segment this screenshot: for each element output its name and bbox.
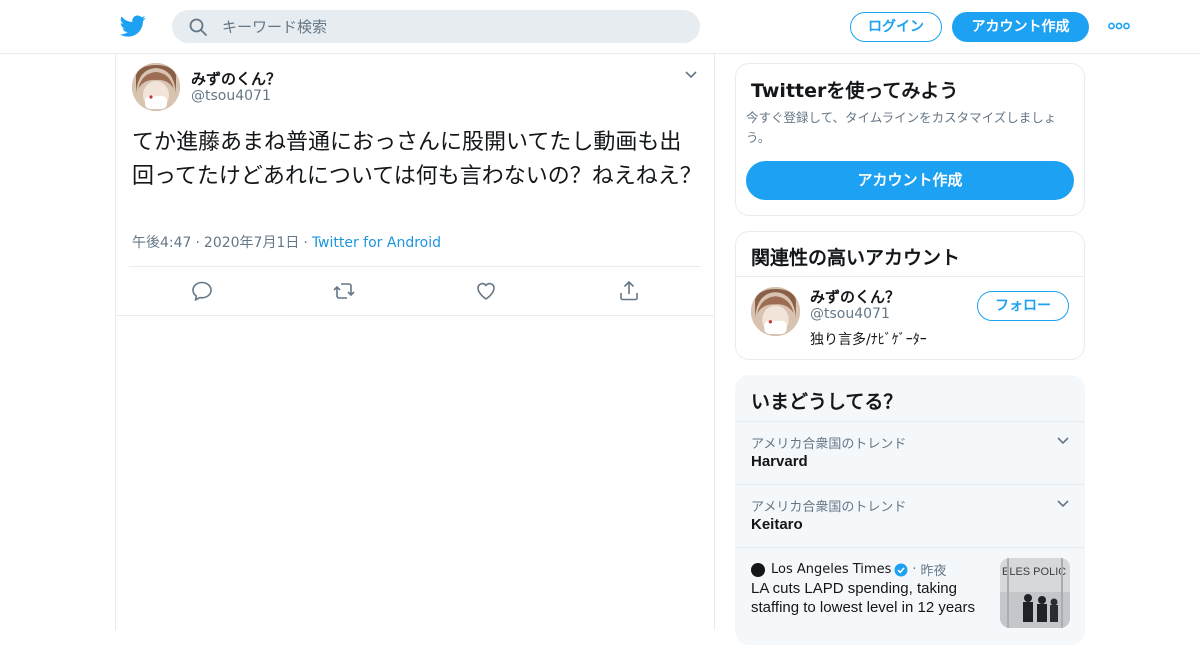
verified-badge-icon [894,563,908,576]
news-thumbnail[interactable]: ELES POLIC [1000,558,1070,628]
news-source: Los Angeles Times · 昨夜 [751,560,947,579]
tweet-source-link[interactable]: Twitter for Android [312,235,441,251]
related-avatar[interactable] [751,287,800,336]
like-icon[interactable] [474,279,498,303]
trend-item[interactable]: アメリカ合衆国のトレンド Keitaro [736,484,1084,547]
search-input[interactable] [222,10,682,43]
trend-context: アメリカ合衆国のトレンド [751,437,907,452]
trend-item[interactable]: アメリカ合衆国のトレンド Harvard [736,421,1084,484]
twitter-bird-icon[interactable] [119,13,147,39]
top-bar: ログイン アカウント作成 [0,0,1200,54]
separator-dot: · [303,235,308,251]
search-icon [189,18,207,36]
follow-button[interactable]: フォロー [977,291,1069,321]
user-handle[interactable]: @tsou4071 [191,88,271,104]
signup-card: Twitterを使ってみよう 今すぐ登録して、タイムラインをカスタマイズしましょ… [735,63,1085,216]
search-box[interactable] [172,10,700,43]
tweet-text: てか進藤あまね普通におっさんに股開いてたし動画も出回ってたけどあれについては何も… [132,130,702,189]
chevron-down-icon[interactable] [684,70,698,80]
chevron-down-icon[interactable] [1056,499,1070,509]
trends-title: いまどうしてる？ [751,391,903,413]
related-handle[interactable]: @tsou4071 [810,306,890,322]
tweet-column: みずのくん？ @tsou4071 てか進藤あまね普通におっさんに股開いてたし動画… [115,54,715,630]
news-photo: ELES POLIC [1000,558,1070,628]
share-icon[interactable] [617,279,641,303]
tweet-date[interactable]: 2020年7月1日 [204,235,299,251]
news-photo-text: ELES POLIC [1002,566,1066,578]
retweet-icon[interactable] [332,279,356,303]
display-name[interactable]: みずのくん？ [191,68,281,89]
news-item[interactable]: Los Angeles Times · 昨夜 LA cuts LAPD spen… [736,547,1084,644]
trends-card: いまどうしてる？ アメリカ合衆国のトレンド Harvard アメリカ合衆国のトレ… [735,375,1085,645]
avatar-image [132,63,180,111]
avatar[interactable] [132,63,180,111]
separator-dot: · [195,235,200,251]
separator-dot: · [912,562,917,577]
related-bio: 独り言多/ﾅﾋﾞｹﾞｰﾀｰ [810,332,927,348]
divider [116,315,714,316]
create-account-button[interactable]: アカウント作成 [746,161,1074,200]
news-source-logo [751,562,765,577]
news-source-name: Los Angeles Times [771,562,892,577]
avatar-image [751,287,800,336]
related-accounts-card: 関連性の高いアカウント みずのくん？ @tsou4071 独り言多/ﾅﾋﾞｹﾞｰ… [735,231,1085,360]
reply-icon[interactable] [190,279,214,303]
signup-button[interactable]: アカウント作成 [952,12,1089,42]
chevron-down-icon[interactable] [1056,436,1070,446]
divider [736,276,1084,277]
login-button[interactable]: ログイン [850,12,942,42]
related-display-name[interactable]: みずのくん？ [810,286,900,307]
tweet-metadata: 午後4:47 · 2020年7月1日 · Twitter for Android [132,232,441,252]
related-accounts-title: 関連性の高いアカウント [751,247,961,269]
tweet-actions [116,267,714,315]
signup-card-title: Twitterを使ってみよう [751,80,959,102]
more-icon[interactable] [1108,22,1130,30]
news-headline[interactable]: LA cuts LAPD spending, taking staffing t… [751,579,991,617]
trend-context: アメリカ合衆国のトレンド [751,500,907,515]
signup-card-description: 今すぐ登録して、タイムラインをカスタマイズしましょう。 [746,110,1057,145]
news-time: 昨夜 [920,564,947,579]
tweet-time[interactable]: 午後4:47 [132,235,191,251]
trend-name[interactable]: Harvard [751,453,808,470]
trend-name[interactable]: Keitaro [751,516,803,533]
